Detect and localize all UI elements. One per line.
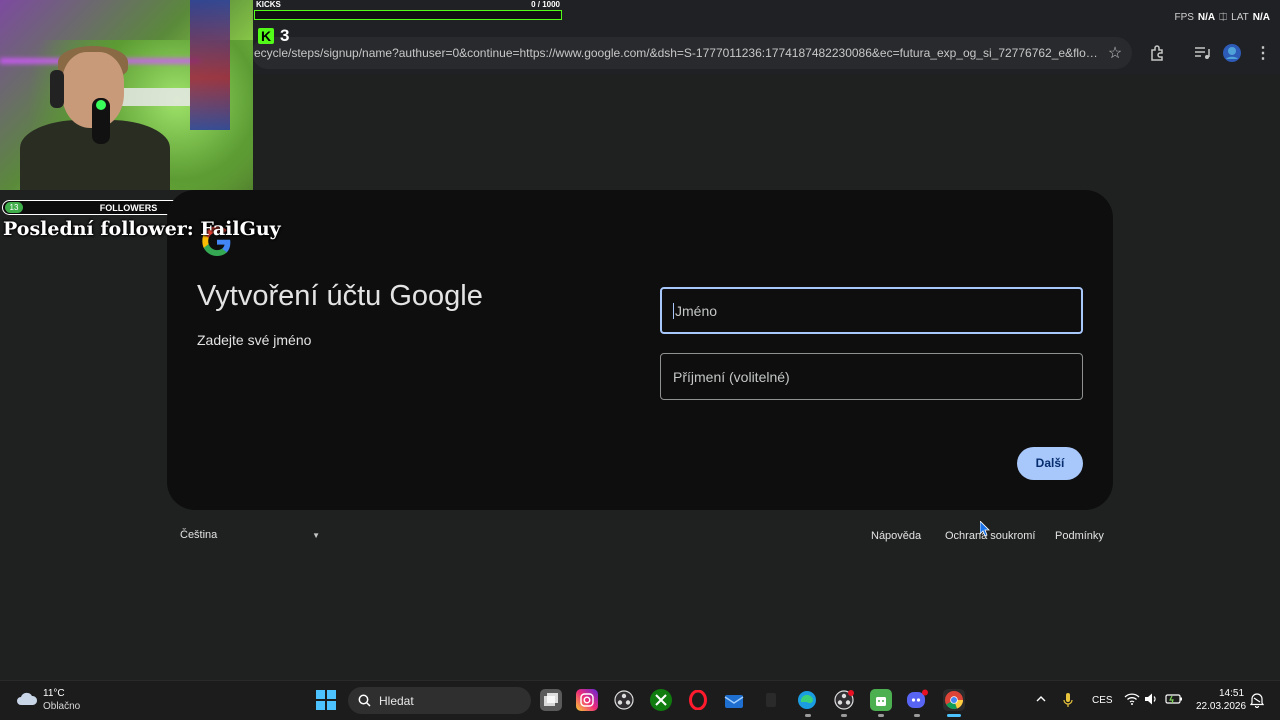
instagram-icon[interactable] (576, 689, 598, 711)
extensions-icon[interactable] (1147, 42, 1169, 64)
last-name-field[interactable]: Příjmení (volitelné) (660, 353, 1083, 400)
cloud-weather-icon[interactable] (16, 690, 38, 706)
next-button[interactable]: Další (1017, 447, 1083, 480)
obs-studio-icon[interactable] (613, 689, 635, 711)
language-select[interactable]: Čeština ▼ (180, 529, 320, 545)
webcam-feed (0, 0, 253, 190)
app-running-indicator (878, 714, 884, 717)
weather-temperature[interactable]: 11°C (43, 688, 65, 699)
last-follower-text: Poslední follower: FailGuy (3, 218, 281, 240)
windows-start-icon[interactable] (316, 690, 336, 710)
bookmark-star-icon[interactable]: ☆ (1106, 45, 1124, 63)
clock-time[interactable]: 14:51 (1219, 688, 1244, 699)
search-placeholder: Hledat (379, 693, 414, 708)
lat-value: N/A (1252, 12, 1270, 23)
app-running-indicator (914, 714, 920, 717)
help-link[interactable]: Nápověda (871, 530, 921, 542)
search-icon (358, 694, 371, 707)
taskbar (0, 680, 1280, 720)
weather-description[interactable]: Oblačno (43, 701, 80, 712)
page-subtitle: Zadejte své jméno (197, 332, 312, 348)
wifi-icon[interactable] (1124, 692, 1140, 708)
kicks-label: KICKS (256, 0, 281, 9)
kicks-count: 0 / 1000 (531, 0, 560, 9)
url-text[interactable]: ecycle/steps/signup/name?authuser=0&cont… (254, 46, 1104, 60)
chrome-icon[interactable] (943, 689, 965, 711)
fps-value: N/A (1197, 12, 1216, 23)
discord-icon[interactable] (906, 689, 928, 711)
xbox-icon[interactable] (650, 689, 672, 711)
microphone-icon[interactable] (1061, 692, 1077, 708)
fps-label: FPS (1174, 12, 1194, 23)
address-bar[interactable]: ecycle/steps/signup/name?authuser=0&cont… (252, 37, 1132, 69)
android-app-icon[interactable] (870, 689, 892, 711)
privacy-link[interactable]: Ochrana soukromí (945, 530, 1035, 542)
chevron-down-icon: ▼ (312, 531, 320, 540)
mail-icon[interactable] (723, 689, 745, 711)
mouse-cursor-icon (980, 521, 990, 537)
volume-icon[interactable] (1144, 692, 1160, 708)
kick-viewer-count: 3 (280, 26, 290, 45)
lat-label: LAT (1231, 12, 1249, 23)
task-view-icon[interactable] (540, 689, 562, 711)
kicks-progress-track (254, 10, 562, 20)
notification-bell-icon[interactable] (1249, 692, 1266, 709)
battery-icon[interactable] (1165, 692, 1182, 708)
profile-avatar[interactable] (1221, 42, 1243, 64)
obs-studio-recording-icon[interactable] (833, 689, 855, 711)
opera-icon[interactable] (687, 689, 709, 711)
kicks-goal-bar: KICKS 0 / 1000 (253, 0, 563, 22)
latency-icon: ⎅ (1219, 12, 1228, 23)
app-running-indicator (805, 714, 811, 717)
app-running-indicator (841, 714, 847, 717)
blank-app-icon[interactable] (760, 689, 782, 711)
language-select-value: Čeština (180, 529, 218, 541)
chevron-up-icon[interactable] (1034, 692, 1050, 708)
first-name-placeholder: Jméno (675, 302, 718, 319)
menu-dots-icon[interactable]: ⋮ (1252, 42, 1274, 64)
terms-link[interactable]: Podmínky (1055, 530, 1104, 542)
input-language[interactable]: CES (1092, 695, 1113, 706)
page-title: Vytvoření účtu Google (197, 280, 483, 312)
taskbar-search[interactable]: Hledat (348, 687, 531, 714)
text-caret (673, 302, 674, 319)
signup-card (167, 190, 1113, 510)
first-name-field[interactable]: Jméno (660, 287, 1083, 334)
fps-overlay: FPS N/A ⎅ LAT N/A (1174, 12, 1270, 23)
kick-logo-icon: K (258, 28, 274, 44)
clock-date[interactable]: 22.03.2026 (1196, 701, 1246, 712)
edge-icon[interactable] (796, 689, 818, 711)
media-control-icon[interactable] (1191, 42, 1213, 64)
app-active-indicator (947, 714, 961, 717)
last-name-placeholder: Příjmení (volitelné) (673, 368, 790, 385)
